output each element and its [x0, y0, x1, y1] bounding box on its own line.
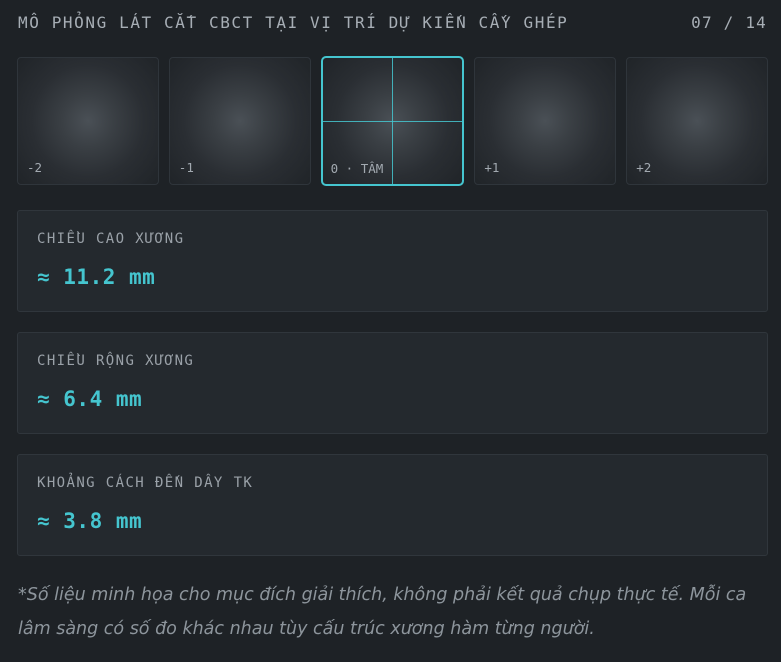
slice-label: 0 · TÂM	[330, 161, 384, 176]
slice-label: +1	[484, 160, 500, 175]
slice-strip: -2 -1 0 · TÂM +1 +2	[17, 56, 768, 187]
metric-card-bone-width: CHIỀU RỘNG XƯƠNG ≈ 6.4 mm	[17, 332, 768, 434]
metric-value: ≈ 3.8 mm	[37, 509, 143, 533]
slice-label: +2	[636, 160, 652, 175]
slice-label: -1	[178, 160, 194, 175]
slice-thumbnail-minus-2[interactable]: -2	[17, 57, 159, 185]
header: MÔ PHỎNG LÁT CẮT CBCT TẠI VỊ TRÍ DỰ KIẾN…	[18, 10, 767, 34]
metric-label: KHOẢNG CÁCH ĐẾN DÂY TK	[37, 475, 254, 491]
slice-thumbnail-minus-1[interactable]: -1	[168, 57, 311, 185]
metric-value: ≈ 6.4 mm	[37, 387, 143, 411]
slice-thumbnail-plus-2[interactable]: +2	[626, 57, 768, 185]
disclaimer-note: *Số liệu minh họa cho mục đích giải thíc…	[18, 585, 747, 639]
metric-card-bone-height: CHIỀU CAO XƯƠNG ≈ 11.2 mm	[17, 210, 768, 312]
page-title: MÔ PHỎNG LÁT CẮT CBCT TẠI VỊ TRÍ DỰ KIẾN…	[18, 12, 569, 32]
slice-label: -2	[27, 160, 43, 175]
slide-counter: 07 / 14	[691, 12, 767, 32]
crosshair-horizontal	[322, 121, 463, 122]
metric-label: CHIỀU CAO XƯƠNG	[37, 231, 185, 247]
slice-thumbnail-center[interactable]: 0 · TÂM	[320, 56, 465, 186]
metric-label: CHIỀU RỘNG XƯƠNG	[37, 353, 195, 369]
metric-value: ≈ 11.2 mm	[37, 265, 156, 289]
metric-card-nerve-distance: KHOẢNG CÁCH ĐẾN DÂY TK ≈ 3.8 mm	[17, 454, 768, 556]
slice-thumbnail-plus-1[interactable]: +1	[474, 57, 617, 185]
